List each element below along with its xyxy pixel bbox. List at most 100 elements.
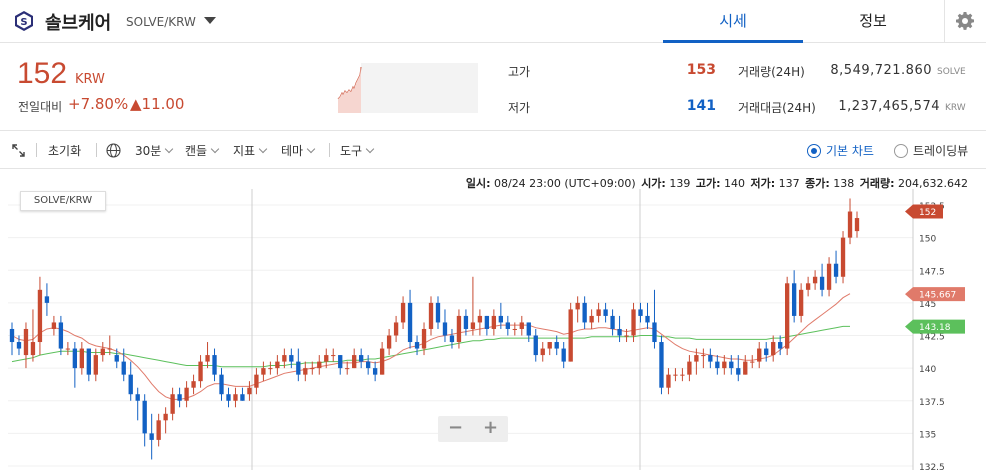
candle-body [16, 342, 22, 349]
candle-body [170, 394, 175, 414]
candle-body [372, 368, 378, 375]
candle-body [561, 348, 566, 362]
candle-body [268, 368, 273, 370]
ohlc-volume-label: 거래량: [859, 177, 895, 190]
candle-body [819, 276, 825, 290]
candle-body [505, 322, 510, 329]
amount-value: 1,237,465,574 [838, 99, 940, 114]
low-label: 저가 [508, 101, 531, 115]
candle-body [798, 289, 804, 316]
ohlc-time-value: 08/24 23:00 (UTC+09:00) [493, 177, 636, 190]
candle-body [352, 355, 357, 369]
candle-body [805, 283, 811, 290]
candle-body [135, 394, 140, 401]
ohlc-high-label: 고가: [695, 177, 721, 190]
high-value: 153 [686, 62, 716, 78]
y-tick-label: 132.5 [919, 463, 945, 470]
candle-body [163, 413, 168, 421]
candle-body [484, 315, 490, 329]
basic-chart-radio[interactable]: 기본 차트 [807, 142, 874, 159]
candle-body [477, 315, 483, 323]
candle-body [854, 218, 860, 232]
candle-body [212, 355, 217, 375]
chart-toolbar: 초기화 30분 캔들 지표 테마 도구 기본 차트 트레이딩뷰 [0, 131, 986, 169]
candle-body [30, 342, 36, 356]
zoom-control: − + [438, 416, 508, 442]
toolbar-divider [96, 143, 97, 157]
coin-name: 솔브케어 [45, 13, 112, 34]
candle-body [736, 368, 741, 375]
tools-dropdown[interactable]: 도구 [340, 142, 375, 159]
tradingview-label: 트레이딩뷰 [913, 144, 969, 158]
price-summary: 152 KRW 전일대비 +7.80% ▲11.00 고가 153 저가 141… [0, 43, 986, 131]
candle-body [421, 328, 427, 349]
y-tick-label: 140 [919, 365, 936, 375]
price-tag-label: 152 [919, 208, 936, 218]
candle-body [498, 315, 504, 323]
candle-body [512, 328, 517, 330]
solve-logo-letter: S [20, 17, 27, 28]
price-tag: 145.667 [905, 287, 965, 302]
candle-body [114, 355, 119, 362]
zoom-in-button[interactable]: + [473, 416, 508, 442]
fullscreen-icon[interactable] [12, 144, 25, 157]
tab-price[interactable]: 시세 [663, 0, 803, 43]
candle-body [645, 315, 650, 323]
ohlc-low-value: 137 [778, 177, 800, 190]
candle-body [603, 309, 608, 316]
change-rate: +7.80% [68, 95, 129, 113]
change-amount: ▲11.00 [130, 95, 185, 113]
toolbar-divider [36, 143, 37, 157]
interval-dropdown[interactable]: 30분 [135, 142, 174, 159]
theme-dropdown[interactable]: 테마 [281, 142, 316, 159]
globe-icon[interactable] [106, 143, 121, 158]
tradingview-radio[interactable]: 트레이딩뷰 [894, 142, 968, 159]
candle-body [282, 355, 287, 362]
coin-pair: SOLVE/KRW [126, 15, 196, 29]
y-tick-label: 137.5 [919, 398, 945, 408]
chevron-down-icon [365, 144, 375, 154]
ohlc-close-label: 종가: [805, 177, 830, 190]
candle-chart-area[interactable]: 132.5135137.5140142.5145147.5150152.5152… [0, 169, 986, 470]
tab-info[interactable]: 정보 [803, 0, 943, 43]
ohlc-high-value: 140 [723, 177, 745, 190]
candle-body [463, 315, 469, 329]
zoom-out-button[interactable]: − [438, 416, 473, 442]
candle-body [575, 302, 580, 310]
change-label: 전일대비 [18, 100, 63, 114]
interval-label: 30분 [135, 144, 162, 158]
gear-icon[interactable] [955, 11, 975, 31]
candle-body [533, 335, 538, 356]
indicator-dropdown[interactable]: 지표 [233, 142, 268, 159]
candle-body [240, 394, 245, 401]
candle-body [456, 315, 462, 343]
chevron-down-icon [165, 144, 174, 154]
candle-body [568, 309, 573, 362]
candle-body [219, 374, 224, 395]
chevron-down-icon [258, 144, 268, 154]
candle-dropdown[interactable]: 캔들 [185, 142, 220, 159]
radio-on-icon [807, 144, 821, 158]
tab-divider [944, 0, 945, 43]
candle-body [540, 348, 545, 356]
price-tag-label: 145.667 [919, 291, 956, 301]
tools-label: 도구 [340, 144, 363, 158]
candle-body [79, 348, 84, 369]
candle-body [37, 289, 43, 343]
price-unit: KRW [75, 72, 105, 87]
candle-body [310, 368, 315, 370]
ohlc-low-label: 저가: [750, 177, 776, 190]
candle-body [226, 394, 231, 401]
candle-body [331, 355, 336, 357]
ohlc-readout: 일시: 08/24 23:00 (UTC+09:00) 시가: 139 고가: … [466, 175, 970, 191]
candle-body [365, 361, 371, 369]
theme-label: 테마 [281, 144, 304, 158]
coin-header: S 솔브케어 SOLVE/KRW 시세 정보 [0, 0, 986, 43]
candle-body [107, 348, 112, 350]
candle-body [617, 328, 622, 336]
reset-button[interactable]: 초기화 [48, 142, 81, 159]
candle-body [9, 328, 15, 343]
coin-select-caret-icon[interactable] [204, 17, 216, 24]
candle-body [582, 302, 587, 323]
ohlc-open-value: 139 [669, 177, 691, 190]
